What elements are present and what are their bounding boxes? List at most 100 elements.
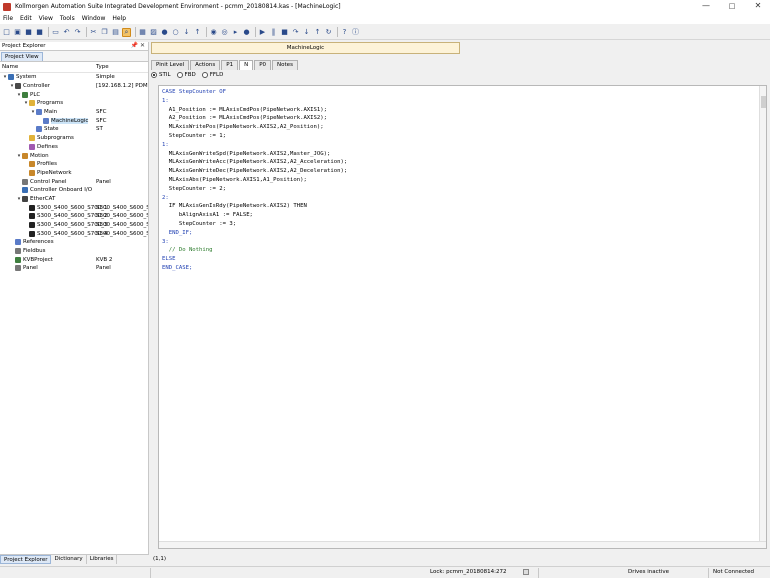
scroll-thumb[interactable] [761,96,766,108]
paste-icon[interactable]: ▤ [111,28,120,37]
code-line[interactable]: MLAxisAbs(PipeNetwork.AXIS1,A1_Position)… [162,176,347,185]
compile-icon[interactable]: ▨ [149,28,158,37]
step-into-icon[interactable]: ↓ [302,28,311,37]
about-icon[interactable]: ⓘ [351,28,360,37]
code-line[interactable]: 1: [162,97,347,106]
code-line[interactable]: bAlignAxisA1 := FALSE; [162,211,347,220]
code-line[interactable]: END_CASE; [162,264,347,273]
build-icon[interactable]: ▦ [138,28,147,37]
code-line[interactable]: StepCounter := 1; [162,132,347,141]
undo-icon[interactable]: ↶ [62,28,71,37]
tree-item[interactable]: PipeNetwork [0,169,148,178]
code-line[interactable]: ELSE [162,255,347,264]
tree-item[interactable]: Panel Panel [0,264,148,273]
editor-tab-n[interactable]: N [239,60,254,70]
tab-dictionary[interactable]: Dictionary [51,555,87,564]
step-out-icon[interactable]: ↑ [313,28,322,37]
print-icon[interactable]: ▭ [51,28,60,37]
tree-item[interactable]: Controller Onboard I/O [0,186,148,195]
pin-close-icon[interactable]: 📌 ✕ [131,42,145,49]
tree-item[interactable]: S300_S400_S600_S700_3S300_S400_S600_S700 [0,221,148,230]
menu-help[interactable]: Help [112,15,126,22]
tree-item[interactable]: Subprograms [0,134,148,143]
code-text[interactable]: CASE StepCounter OF 1: A1_Position := MLA… [162,88,347,273]
tree-item[interactable]: ▾ Main SFC [0,108,148,117]
pause-icon[interactable]: ‖ [269,28,278,37]
tree-item[interactable]: Control Panel Panel [0,177,148,186]
tree-item[interactable]: ▾ Programs [0,99,148,108]
tree-item[interactable]: ▾ EtherCAT [0,195,148,204]
monitor-icon[interactable]: ◉ [209,28,218,37]
tree-item[interactable]: S300_S400_S600_S700_2S300_S400_S600_S700 [0,212,148,221]
tree-item[interactable]: ▾ System Simple [0,73,148,82]
code-line[interactable]: 2: [162,194,347,203]
breakpoint-icon[interactable]: ● [242,28,251,37]
language-radio-stil[interactable]: STIL [151,72,171,78]
vertical-scrollbar[interactable] [759,86,766,548]
code-line[interactable]: // Do Nothing [162,246,347,255]
tree-item[interactable]: Profiles [0,160,148,169]
help-icon[interactable]: ? [340,28,349,37]
tree-item[interactable]: Defines [0,143,148,152]
editor-tab-notes[interactable]: Notes [272,60,298,70]
new-icon[interactable]: □ [2,28,11,37]
copy-icon[interactable]: ❐ [100,28,109,37]
column-type[interactable]: Type [96,64,109,70]
code-line[interactable]: A1_Position := MLAxisCmdPos(PipeNetwork.… [162,106,347,115]
menu-view[interactable]: View [39,15,53,22]
download-icon[interactable]: ↓ [182,28,191,37]
radio-dot-icon[interactable] [201,72,208,78]
code-line[interactable]: StepCounter := 2; [162,185,347,194]
menu-file[interactable]: File [3,15,13,22]
open-icon[interactable]: ▣ [13,28,22,37]
code-line[interactable]: MLAxisGenWriteSpd(PipeNetwork.AXIS2,Mast… [162,150,347,159]
save-icon[interactable]: ■ [24,28,33,37]
tree-item[interactable]: ▾ PLC [0,90,148,99]
stop-icon[interactable]: ■ [280,28,289,37]
disconnect-icon[interactable]: ○ [171,28,180,37]
code-line[interactable]: END_IF; [162,229,347,238]
code-line[interactable]: MLAxisWritePos(PipeNetwork.AXIS2,A2_Posi… [162,123,347,132]
find-icon[interactable]: ⌕ [122,27,131,37]
code-line[interactable]: 3: [162,238,347,247]
menu-edit[interactable]: Edit [20,15,32,22]
editor-tab-actions[interactable]: Actions [190,60,221,70]
code-line[interactable]: 1: [162,141,347,150]
tree-item[interactable]: ▾ Motion [0,151,148,160]
maximize-button[interactable]: □ [720,0,744,13]
horizontal-scrollbar[interactable] [159,541,766,548]
tree-item[interactable]: State ST [0,125,148,134]
code-line[interactable]: CASE StepCounter OF [162,88,347,97]
editor-tab-p1[interactable]: P1 [221,60,239,70]
language-radio-fbd[interactable]: FBD [176,72,196,78]
code-line[interactable]: MLAxisGenWriteDec(PipeNetwork.AXIS2,A2_D… [162,167,348,176]
editor-tab-p0[interactable]: P0 [254,60,272,70]
tab-libraries[interactable]: Libraries [86,555,118,564]
save-all-icon[interactable]: ■ [35,28,44,37]
menu-window[interactable]: Window [82,15,106,22]
editor-tab-pinit-level[interactable]: Pinit Level [151,60,190,70]
step-icon[interactable]: ▸ [231,28,240,37]
watch-icon[interactable]: ◎ [220,28,229,37]
tree-item[interactable]: KVBProject KVB 2 [0,255,148,264]
tab-project-explorer[interactable]: Project Explorer [0,555,52,564]
language-radio-ffld[interactable]: FFLD [201,72,223,78]
upload-icon[interactable]: ↑ [193,28,202,37]
tree-item[interactable]: Fieldbus [0,247,148,256]
document-tab-machinelogic[interactable]: MachineLogic [151,42,460,54]
code-line[interactable]: StepCounter := 3; [162,220,347,229]
tree-item[interactable]: MachineLogic SFC [0,116,148,125]
tree-item[interactable]: References [0,238,148,247]
code-line[interactable]: MLAxisGenWriteAcc(PipeNetwork.AXIS2,A2_A… [162,158,348,167]
close-button[interactable]: ✕ [746,0,770,13]
menu-tools[interactable]: Tools [60,15,75,22]
tree-item[interactable]: S300_S400_S600_S700_4S300_S400_S600_S700 [0,229,148,238]
refresh-icon[interactable]: ↻ [324,28,333,37]
cut-icon[interactable]: ✂ [89,28,98,37]
tree-item[interactable]: ▾Controller [192.168.1.2] PDMM e... [0,82,148,91]
redo-icon[interactable]: ↷ [73,28,82,37]
code-editor[interactable]: CASE StepCounter OF 1: A1_Position := MLA… [158,85,767,549]
code-line[interactable]: IF MLAxisGenIsRdy(PipeNetwork.AXIS2) THE… [162,202,347,211]
radio-dot-icon[interactable] [151,72,157,78]
minimize-button[interactable]: — [694,0,718,13]
